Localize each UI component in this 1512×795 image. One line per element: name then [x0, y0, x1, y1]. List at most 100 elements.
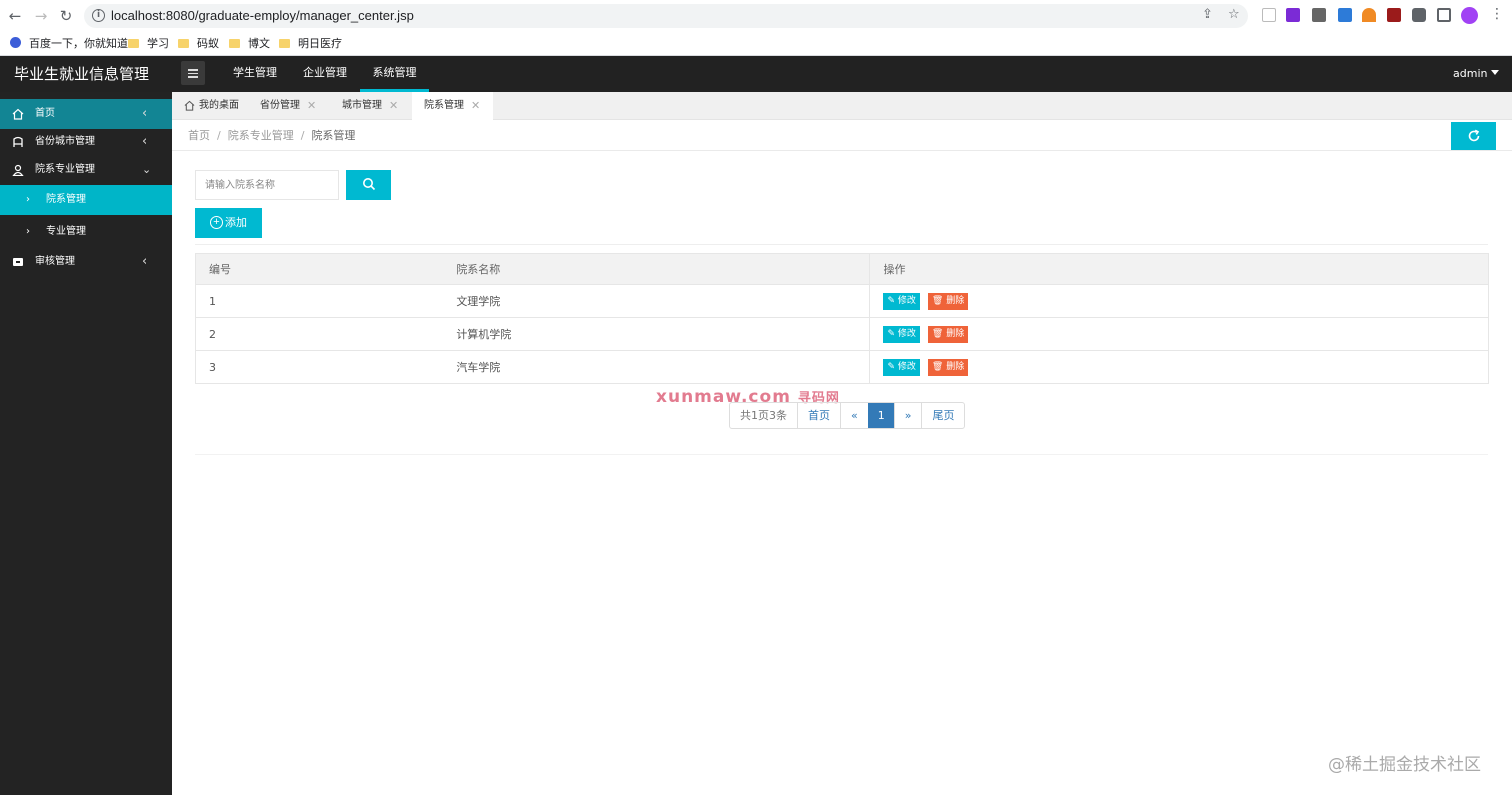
breadcrumb-current: 院系管理 — [311, 129, 356, 142]
extension-layers-icon[interactable] — [1338, 8, 1352, 22]
sidebar-item-department-major[interactable]: 院系专业管理 ⌄ — [0, 155, 172, 185]
building-icon — [13, 136, 23, 147]
pencil-icon: ✎ — [887, 361, 896, 372]
bookmark-mayi[interactable]: 码蚁 — [178, 36, 219, 52]
cell-actions: ✎ 修改 🗑 删除 — [869, 317, 1489, 351]
chevron-right-icon: › — [26, 226, 30, 237]
review-icon — [13, 258, 23, 266]
browser-toolbar: ← → ↻ i localhost:8080/graduate-employ/m… — [0, 0, 1512, 32]
extension-ublock-icon[interactable] — [1387, 8, 1401, 22]
extension-jsp-icon[interactable] — [1286, 8, 1300, 22]
search-icon — [362, 177, 375, 190]
extension-cursor-icon[interactable] — [1262, 8, 1276, 22]
more-icon[interactable]: ⋮ — [1490, 6, 1504, 22]
tab-desktop[interactable]: 我的桌面 — [184, 92, 254, 120]
trash-icon: 🗑 — [931, 295, 944, 306]
divider — [195, 244, 1488, 245]
search-input[interactable] — [195, 170, 339, 200]
chevron-left-icon: ‹ — [142, 254, 148, 269]
home-icon — [12, 108, 24, 120]
chevron-right-icon: › — [26, 194, 30, 205]
refresh-icon — [1468, 129, 1479, 142]
close-icon[interactable]: ✕ — [307, 92, 316, 120]
column-header-id: 编号 — [195, 253, 444, 285]
breadcrumb-department-major[interactable]: 院系专业管理 — [228, 129, 294, 142]
sidebar-item-province-city[interactable]: 省份城市管理 ‹ — [0, 127, 172, 157]
breadcrumb: 首页 / 院系专业管理 / 院系管理 — [188, 129, 356, 142]
edit-button[interactable]: ✎ 修改 — [883, 292, 920, 310]
sidebar-item-major[interactable]: › 专业管理 — [0, 217, 172, 247]
pagination-current[interactable]: 1 — [867, 403, 894, 428]
username: admin — [1453, 67, 1488, 80]
delete-button[interactable]: 🗑 删除 — [927, 358, 969, 376]
delete-button[interactable]: 🗑 删除 — [927, 325, 969, 343]
edit-button[interactable]: ✎ 修改 — [883, 358, 920, 376]
menu-toggle-button[interactable] — [181, 61, 205, 85]
folder-icon — [229, 39, 240, 48]
extension-table-icon[interactable] — [1312, 8, 1326, 22]
breadcrumb-home[interactable]: 首页 — [188, 129, 210, 142]
divider — [195, 454, 1488, 455]
pagination-first[interactable]: 首页 — [797, 403, 840, 428]
column-header-name: 院系名称 — [443, 253, 871, 285]
nav-enterprise[interactable]: 企业管理 — [291, 56, 359, 92]
folder-icon — [279, 39, 290, 48]
avatar[interactable] — [1461, 7, 1478, 24]
trash-icon: 🗑 — [931, 361, 944, 372]
puzzle-icon[interactable] — [1412, 8, 1426, 22]
tab-province[interactable]: 省份管理 ✕ — [260, 92, 320, 120]
nav-student[interactable]: 学生管理 — [222, 56, 288, 92]
home-icon — [184, 100, 195, 111]
table-row: 3 汽车学院 ✎ 修改 🗑 删除 — [195, 350, 1489, 384]
table-row: 1 文理学院 ✎ 修改 🗑 删除 — [195, 284, 1489, 318]
app-header: 毕业生就业信息管理 学生管理 企业管理 系统管理 admin — [0, 56, 1512, 92]
close-icon[interactable]: ✕ — [389, 92, 398, 120]
edit-button[interactable]: ✎ 修改 — [883, 325, 920, 343]
cell-name: 计算机学院 — [443, 317, 871, 351]
caret-down-icon — [1491, 70, 1500, 75]
url-text[interactable]: localhost:8080/graduate-employ/manager_c… — [111, 8, 414, 23]
sidebar-item-department[interactable]: › 院系管理 — [0, 185, 172, 215]
pagination-prev[interactable]: « — [840, 403, 868, 428]
close-icon[interactable]: ✕ — [471, 92, 480, 120]
nav-system[interactable]: 系统管理 — [360, 56, 429, 92]
sidebar-item-home[interactable]: 首页 ‹ — [0, 99, 172, 129]
cell-id: 3 — [195, 350, 444, 384]
back-icon[interactable]: ← — [6, 7, 24, 25]
pagination-last[interactable]: 尾页 — [921, 403, 964, 428]
table-row: 2 计算机学院 ✎ 修改 🗑 删除 — [195, 317, 1489, 351]
chevron-down-icon: ⌄ — [142, 163, 152, 176]
forward-icon[interactable]: → — [32, 7, 50, 25]
bookmark-baidu[interactable]: 百度一下，你就知道 — [10, 36, 128, 52]
tab-city[interactable]: 城市管理 ✕ — [342, 92, 402, 120]
bookmark-blog[interactable]: 博文 — [229, 36, 270, 52]
refresh-button[interactable] — [1451, 122, 1496, 150]
delete-button[interactable]: 🗑 删除 — [927, 292, 969, 310]
cell-actions: ✎ 修改 🗑 删除 — [869, 350, 1489, 384]
address-bar[interactable]: i localhost:8080/graduate-employ/manager… — [84, 4, 1248, 28]
table-header-row: 编号 院系名称 操作 — [195, 253, 1489, 285]
pencil-icon: ✎ — [887, 295, 896, 306]
chevron-left-icon: ‹ — [142, 134, 148, 149]
side-panel-icon[interactable] — [1437, 8, 1451, 22]
add-button[interactable]: + 添加 — [195, 208, 262, 238]
user-menu[interactable]: admin — [1453, 67, 1500, 80]
cell-id: 1 — [195, 284, 444, 318]
bookmark-study[interactable]: 学习 — [128, 36, 169, 52]
reload-icon[interactable]: ↻ — [57, 7, 75, 25]
share-icon[interactable]: ⇪ — [1202, 7, 1213, 22]
app-title: 毕业生就业信息管理 — [14, 65, 150, 83]
plus-circle-icon: + — [210, 216, 223, 229]
pagination-next[interactable]: » — [893, 403, 922, 428]
tab-department[interactable]: 院系管理 ✕ — [412, 92, 493, 120]
folder-icon — [178, 39, 189, 48]
extension-house-icon[interactable] — [1362, 8, 1376, 22]
cell-actions: ✎ 修改 🗑 删除 — [869, 284, 1489, 318]
bookmark-star-icon[interactable]: ☆ — [1228, 7, 1240, 22]
chevron-left-icon: ‹ — [142, 106, 148, 121]
site-info-icon[interactable]: i — [92, 9, 105, 22]
bookmarks-bar: 百度一下，你就知道 学习 码蚁 博文 明日医疗 — [0, 32, 1512, 56]
search-button[interactable] — [346, 170, 391, 200]
bookmark-medical[interactable]: 明日医疗 — [279, 36, 342, 52]
sidebar-item-review[interactable]: 审核管理 ‹ — [0, 247, 172, 277]
